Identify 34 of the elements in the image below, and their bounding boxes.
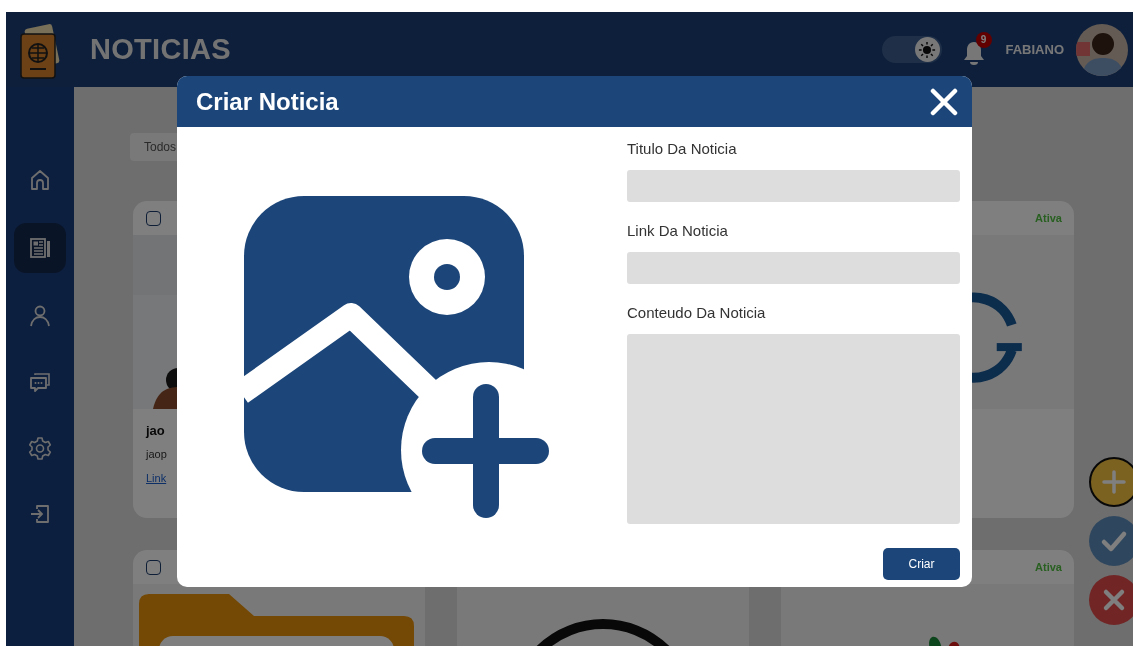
modal-title: Criar Noticia <box>196 87 339 116</box>
theme-toggle[interactable] <box>881 36 942 63</box>
add-image-icon[interactable] <box>241 193 549 518</box>
user-icon <box>28 304 52 328</box>
status-label: Ativa <box>1035 212 1062 224</box>
page-title: NOTICIAS <box>90 33 232 66</box>
content-field[interactable] <box>627 334 960 524</box>
add-icon <box>1100 468 1128 496</box>
reject-button[interactable] <box>1089 575 1133 625</box>
passport-icon <box>18 23 60 80</box>
chat-icon <box>28 370 52 394</box>
logout-icon <box>28 502 52 526</box>
input-field[interactable] <box>627 252 960 284</box>
notification-badge: 9 <box>975 31 992 48</box>
create-button[interactable]: Criar <box>883 548 960 580</box>
close-icon <box>930 87 958 116</box>
field-label: Conteudo Da Noticia <box>627 304 767 321</box>
settings-icon <box>28 436 52 460</box>
add-button[interactable] <box>1089 457 1133 507</box>
field-label: Link Da Noticia <box>627 222 729 239</box>
input-field[interactable] <box>627 170 960 202</box>
field-label: Titulo Da Noticia <box>627 140 738 157</box>
checkbox[interactable] <box>146 559 161 575</box>
status-label: Ativa <box>1035 561 1062 573</box>
newspaper-icon <box>28 236 52 260</box>
sun-icon <box>918 40 936 59</box>
card-description: jaop <box>146 448 168 460</box>
home-icon <box>28 168 52 192</box>
approve-button[interactable] <box>1089 516 1133 566</box>
card-title: jao <box>146 423 166 438</box>
avatar[interactable] <box>1076 23 1128 76</box>
sidebar-item[interactable] <box>14 223 66 273</box>
checkbox[interactable] <box>146 210 161 226</box>
user-name: FABIANO <box>1005 42 1064 57</box>
